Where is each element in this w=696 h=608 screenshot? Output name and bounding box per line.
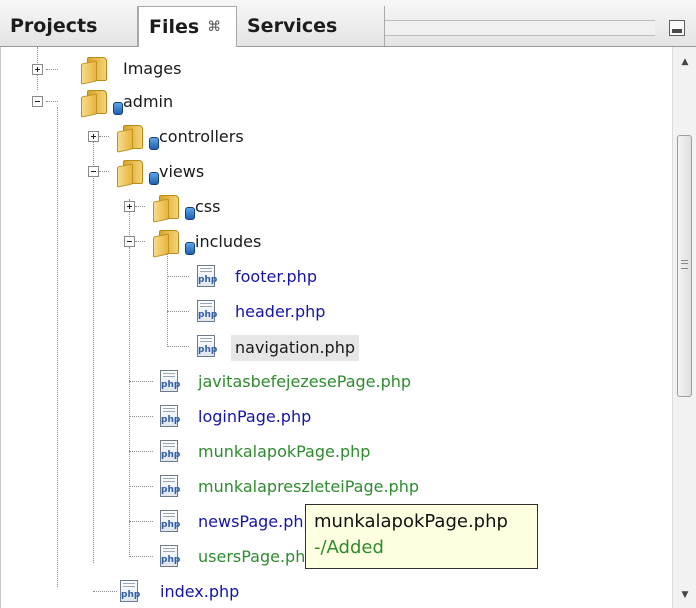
tab-services-label: Services	[247, 15, 338, 37]
explorer-tab-bar: Projects Files ⌘ Services	[0, 0, 696, 47]
tree-connector	[167, 346, 189, 347]
scroll-down-arrow-icon[interactable]: ▼	[673, 584, 696, 606]
folder-icon	[153, 230, 179, 258]
tree-guide-line	[37, 47, 38, 65]
tree-connector	[129, 556, 153, 557]
collapse-includes-icon[interactable]	[124, 236, 135, 247]
tree-item-footer-php[interactable]: footer.php	[231, 266, 321, 288]
tree-connector	[129, 451, 153, 452]
tab-close-icon[interactable]: ⌘	[207, 19, 221, 35]
tab-projects[interactable]: Projects	[0, 6, 138, 46]
folder-icon	[81, 57, 107, 85]
tree-connector	[167, 311, 189, 312]
tree-connector	[129, 486, 153, 487]
php-file-icon: php	[197, 300, 217, 322]
tree-connector	[129, 521, 153, 522]
php-file-icon: php	[160, 405, 180, 427]
php-file-icon: php	[197, 265, 217, 287]
tree-connector	[99, 171, 109, 172]
tree-connector	[46, 69, 58, 70]
tab-services[interactable]: Services	[237, 6, 385, 46]
php-file-icon: php	[160, 475, 180, 497]
tab-strip-filler	[385, 20, 655, 36]
tree-guide-line	[129, 247, 130, 557]
tree-connector	[167, 276, 189, 277]
tree-item-controllers[interactable]: controllers	[155, 126, 248, 148]
tree-connector	[135, 241, 145, 242]
tree-connector	[46, 101, 58, 102]
tree-item-index-php[interactable]: index.php	[156, 581, 243, 603]
tree-item-header-php[interactable]: header.php	[231, 301, 329, 323]
tree-connector	[99, 136, 109, 137]
vertical-scrollbar[interactable]: ▲ ▼	[672, 47, 696, 608]
tree-item-admin[interactable]: admin	[119, 91, 177, 113]
tab-projects-label: Projects	[10, 15, 98, 37]
tree-item-includes[interactable]: includes	[191, 231, 265, 253]
php-file-icon: php	[120, 580, 140, 602]
tree-item-images[interactable]: Images	[119, 58, 185, 80]
php-file-icon: php	[160, 370, 180, 392]
tree-guide-line	[93, 175, 94, 563]
tree-item-views[interactable]: views	[155, 161, 208, 183]
folder-icon	[81, 90, 107, 118]
expand-css-icon[interactable]	[124, 201, 135, 212]
tree-item-navigation-php[interactable]: navigation.php	[231, 335, 360, 361]
minimize-window-icon[interactable]	[669, 20, 685, 36]
php-file-icon: php	[160, 440, 180, 462]
tree-connector	[129, 381, 153, 382]
tooltip-filename: munkalapokPage.php	[314, 511, 508, 532]
tree-item-munkalapreszletei-php[interactable]: munkalapreszleteiPage.php	[194, 476, 423, 498]
expand-controllers-icon[interactable]	[88, 131, 99, 142]
tree-item-munkalapok-php[interactable]: munkalapokPage.php	[194, 441, 374, 463]
tree-item-users-php[interactable]: usersPage.php	[194, 546, 320, 568]
tooltip-vcs-status: -/Added	[314, 537, 384, 558]
folder-icon	[153, 195, 179, 223]
tree-connector	[135, 206, 145, 207]
php-file-icon: php	[160, 510, 180, 532]
tree-guide-line	[167, 249, 168, 347]
collapse-admin-icon[interactable]	[32, 96, 43, 107]
php-file-icon: php	[197, 335, 217, 357]
folder-icon	[117, 125, 143, 153]
scroll-up-arrow-icon[interactable]: ▲	[673, 51, 696, 73]
tree-connector	[93, 591, 117, 592]
tree-item-javitasbefejezese-php[interactable]: javitasbefejezesePage.php	[194, 371, 415, 393]
tree-item-news-php[interactable]: newsPage.php	[194, 511, 318, 533]
tree-guide-line	[57, 107, 58, 587]
file-status-tooltip: munkalapokPage.php -/Added	[305, 504, 538, 569]
tree-item-css[interactable]: css	[191, 196, 224, 218]
tab-files-label: Files	[149, 16, 200, 38]
folder-icon	[117, 160, 143, 188]
php-file-icon: php	[160, 545, 180, 567]
tab-files[interactable]: Files ⌘	[138, 6, 237, 47]
expand-images-icon[interactable]	[32, 64, 43, 75]
collapse-views-icon[interactable]	[88, 166, 99, 177]
scrollbar-grip-icon	[681, 260, 688, 269]
tree-item-login-php[interactable]: loginPage.php	[194, 406, 315, 428]
scrollbar-thumb[interactable]	[677, 135, 692, 397]
tree-connector	[129, 416, 153, 417]
